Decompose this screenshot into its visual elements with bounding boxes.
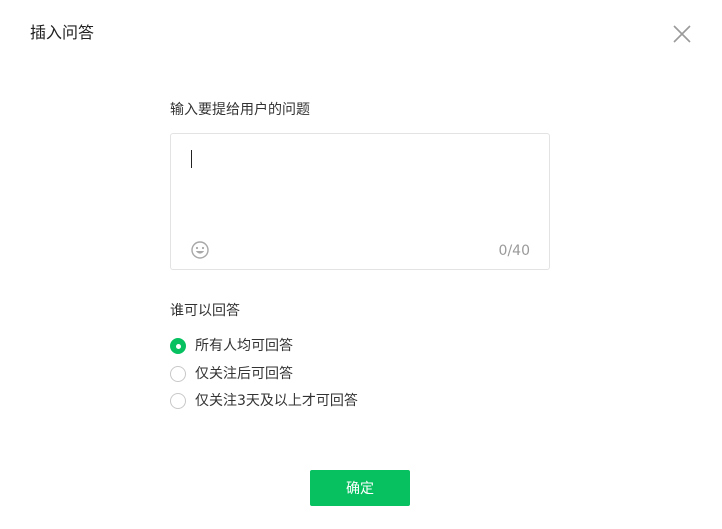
radio-label: 所有人均可回答 [195,338,293,354]
confirm-button[interactable]: 确定 [310,470,410,506]
dialog-title: 插入问答 [30,23,95,42]
question-box: 0/40 [170,133,550,270]
radio-button[interactable] [170,393,186,409]
radio-option-everyone[interactable]: 所有人均可回答 [170,336,358,356]
answer-scope-options: 所有人均可回答 仅关注后可回答 仅关注3天及以上才可回答 [170,336,358,419]
radio-option-followers-3-days[interactable]: 仅关注3天及以上才可回答 [170,391,358,411]
radio-label: 仅关注3天及以上才可回答 [195,393,358,409]
answer-scope-label: 谁可以回答 [170,303,240,319]
radio-option-followers[interactable]: 仅关注后可回答 [170,364,358,384]
radio-button[interactable] [170,338,186,354]
radio-label: 仅关注后可回答 [195,365,293,382]
emoji-icon [191,241,209,259]
question-input[interactable] [191,148,529,228]
char-counter: 0/40 [498,243,530,259]
question-label: 输入要提给用户的问题 [170,102,310,118]
close-button[interactable] [670,22,694,46]
insert-qa-dialog: 插入问答 输入要提给用户的问题 0/40 谁可以回答 所有人均可回答 仅关注后可… [0,0,722,529]
close-icon [673,25,691,43]
emoji-button[interactable] [190,240,210,260]
radio-button[interactable] [170,365,186,382]
text-caret [191,150,192,168]
